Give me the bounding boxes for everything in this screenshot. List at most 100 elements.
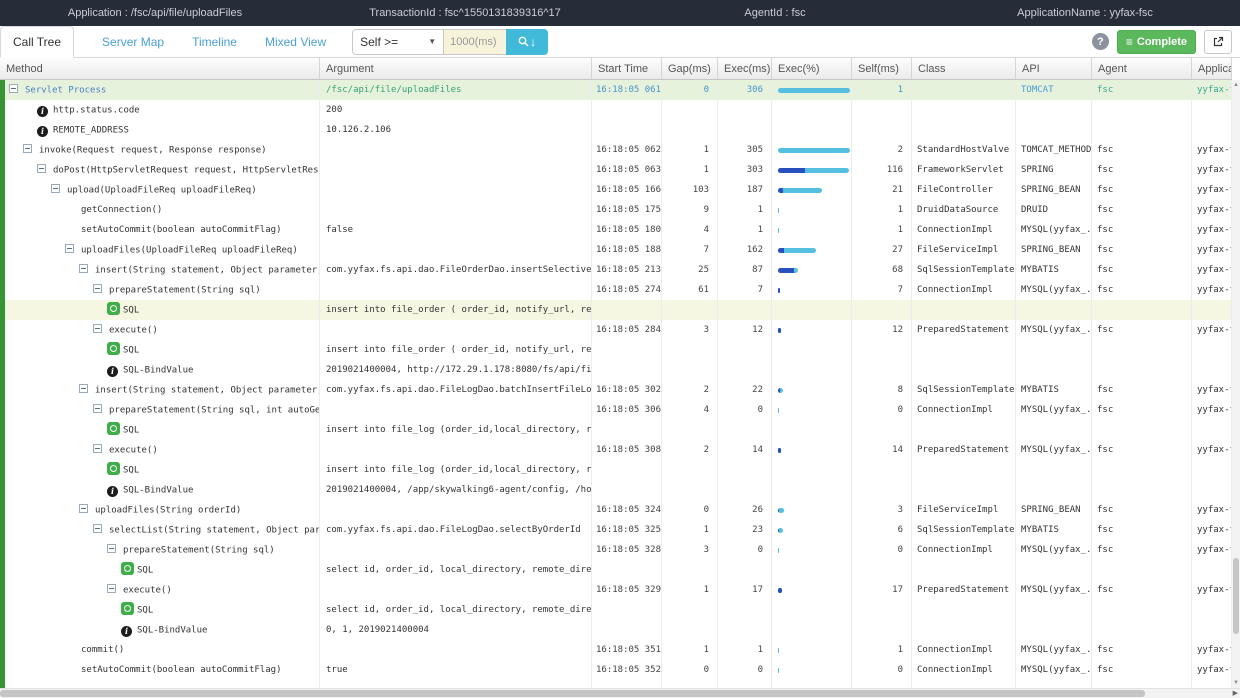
gap-cell [662, 100, 718, 120]
exec-percent-cell [772, 360, 852, 380]
exec-ms-cell [718, 480, 772, 500]
api-cell [1016, 120, 1092, 140]
open-in-new-window-button[interactable] [1204, 30, 1232, 54]
expander-icon[interactable] [79, 264, 88, 273]
table-row[interactable]: execute()16:18:05 28431212PreparedStatem… [5, 320, 1232, 340]
start-time-cell: 16:18:05 062 [592, 140, 662, 160]
filler-cell [5, 680, 320, 688]
expander-icon[interactable] [93, 524, 102, 533]
exec-percent-cell [772, 540, 852, 560]
method-cell: iSQL-BindValue [5, 480, 320, 500]
filter-type-select[interactable]: Self >= ▼ [352, 29, 444, 55]
search-button[interactable]: ↓ [506, 29, 548, 55]
method-label: uploadFiles(String orderId) [95, 506, 241, 516]
vertical-scrollbar-thumb[interactable] [1233, 558, 1239, 634]
table-row[interactable]: SQLselect id, order_id, local_directory,… [5, 600, 1232, 620]
column-header-agent: Agent [1092, 58, 1192, 79]
tab-server-map[interactable]: Server Map [102, 35, 164, 49]
table-row[interactable]: getConnection()16:18:05 175911DruidDataS… [5, 200, 1232, 220]
expander-icon[interactable] [107, 544, 116, 553]
info-icon: i [107, 486, 118, 497]
table-row[interactable]: execute()16:18:05 32911717PreparedStatem… [5, 580, 1232, 600]
table-row[interactable]: ihttp.status.code200 [5, 100, 1232, 120]
table-row[interactable]: selectList(String statement, Object para… [5, 520, 1232, 540]
table-row[interactable]: setAutoCommit(boolean autoCommitFlag)fal… [5, 220, 1232, 240]
scroll-right-icon[interactable]: ▶ [1233, 689, 1238, 698]
exec-ms-cell [718, 340, 772, 360]
tab-call-tree[interactable]: Call Tree [0, 26, 74, 58]
tab-timeline[interactable]: Timeline [192, 35, 237, 49]
exec-percent-cell [772, 320, 852, 340]
table-row[interactable]: doPost(HttpServletRequest request, HttpS… [5, 160, 1232, 180]
argument-cell: 0, 1, 2019021400004 [320, 620, 592, 640]
table-row[interactable]: uploadFiles(UploadFileReq uploadFileReq)… [5, 240, 1232, 260]
table-row[interactable]: iSQL-BindValue0, 1, 2019021400004 [5, 620, 1232, 640]
expander-icon[interactable] [23, 144, 32, 153]
complete-button[interactable]: ≡ Complete [1117, 30, 1196, 54]
horizontal-scrollbar-thumb[interactable] [0, 690, 1145, 697]
scroll-up-icon[interactable]: ▲ [1232, 80, 1240, 90]
expander-icon[interactable] [93, 284, 102, 293]
application-cell [1192, 340, 1232, 360]
table-row[interactable]: SQLinsert into file_log (order_id,local_… [5, 420, 1232, 440]
method-label: upload(UploadFileReq uploadFileReq) [67, 186, 257, 196]
expander-icon[interactable] [107, 584, 116, 593]
help-icon[interactable]: ? [1092, 33, 1109, 50]
expander-icon[interactable] [79, 504, 88, 513]
call-tree-table: Servlet Process/fsc/api/file/uploadFiles… [0, 80, 1232, 688]
start-time-cell: 16:18:05 188 [592, 240, 662, 260]
table-row[interactable]: Servlet Process/fsc/api/file/uploadFiles… [5, 80, 1232, 100]
expander-icon[interactable] [37, 164, 46, 173]
table-row[interactable]: setAutoCommit(boolean autoCommitFlag)tru… [5, 660, 1232, 680]
filter-ms-input[interactable] [444, 29, 506, 55]
table-row[interactable]: SQLinsert into file_order ( order_id, no… [5, 300, 1232, 320]
api-cell: MYSQL(yyfax_.. [1016, 640, 1092, 660]
agent-cell: fsc [1092, 580, 1192, 600]
info-icon: i [107, 366, 118, 377]
exec-bar [778, 228, 779, 233]
method-cell: setAutoCommit(boolean autoCommitFlag) [5, 660, 320, 680]
table-row[interactable]: SQLinsert into file_order ( order_id, no… [5, 340, 1232, 360]
argument-cell [320, 440, 592, 460]
table-row[interactable]: iSQL-BindValue2019021400004, http://172.… [5, 360, 1232, 380]
api-cell: MYSQL(yyfax_.. [1016, 660, 1092, 680]
application-cell: yyfax-fsc [1192, 440, 1232, 460]
table-row[interactable]: execute()16:18:05 30821414PreparedStatem… [5, 440, 1232, 460]
scroll-down-icon[interactable]: ▼ [1232, 678, 1240, 688]
expander-icon[interactable] [93, 444, 102, 453]
database-icon [107, 462, 120, 475]
table-row[interactable]: upload(UploadFileReq uploadFileReq)16:18… [5, 180, 1232, 200]
table-row[interactable]: iREMOTE_ADDRESS10.126.2.106 [5, 120, 1232, 140]
table-row[interactable]: insert(String statement, Object paramete… [5, 260, 1232, 280]
expander-icon[interactable] [93, 324, 102, 333]
expander-icon[interactable] [79, 384, 88, 393]
expander-icon[interactable] [9, 84, 18, 93]
horizontal-scrollbar[interactable]: ▶ [0, 688, 1240, 698]
expander-icon[interactable] [51, 184, 60, 193]
api-cell: MYSQL(yyfax_.. [1016, 440, 1092, 460]
vertical-scrollbar[interactable]: ▲ ▼ [1232, 80, 1240, 688]
table-row[interactable]: SQLinsert into file_log (order_id,local_… [5, 460, 1232, 480]
table-row[interactable]: commit()16:18:05 351111ConnectionImplMYS… [5, 640, 1232, 660]
column-header-exec-ms-: Exec(ms) [718, 58, 772, 79]
table-row[interactable]: prepareStatement(String sql, int autoGen… [5, 400, 1232, 420]
table-row[interactable]: SQLselect id, order_id, local_directory,… [5, 560, 1232, 580]
table-row[interactable]: prepareStatement(String sql)16:18:05 274… [5, 280, 1232, 300]
expander-icon[interactable] [93, 404, 102, 413]
table-row[interactable]: insert(String statement, Object paramete… [5, 380, 1232, 400]
table-row[interactable]: prepareStatement(String sql)16:18:05 328… [5, 540, 1232, 560]
table-row[interactable]: invoke(Request request, Response respons… [5, 140, 1232, 160]
exec-percent-cell [772, 560, 852, 580]
column-header-class: Class [912, 58, 1016, 79]
filler-cell [1016, 680, 1092, 688]
gap-cell [662, 480, 718, 500]
tab-mixed-view[interactable]: Mixed View [265, 35, 326, 49]
exec-ms-cell: 22 [718, 380, 772, 400]
self-ms-cell: 0 [852, 540, 912, 560]
gap-cell: 4 [662, 220, 718, 240]
method-cell: iSQL-BindValue [5, 360, 320, 380]
table-row[interactable]: iSQL-BindValue2019021400004, /app/skywal… [5, 480, 1232, 500]
expander-icon[interactable] [65, 244, 74, 253]
table-row[interactable]: uploadFiles(String orderId)16:18:05 3240… [5, 500, 1232, 520]
application-cell: yyfax-fsc [1192, 540, 1232, 560]
